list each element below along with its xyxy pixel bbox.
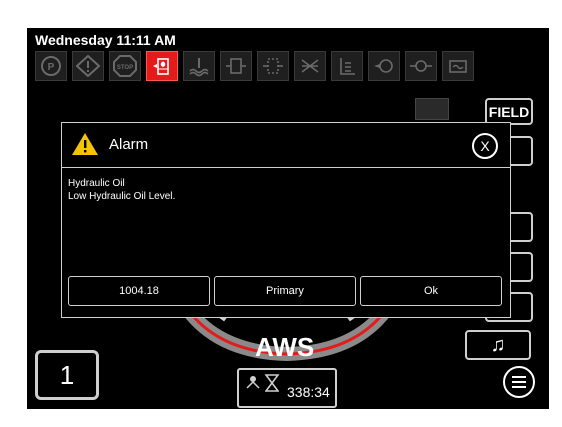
warning-icon — [72, 51, 104, 81]
stop-icon: STOP — [109, 51, 141, 81]
steering-mode-label: AWS — [255, 332, 315, 362]
fuel-filter-icon — [220, 51, 252, 81]
music-button[interactable]: ♫ — [465, 330, 531, 360]
alarm-code-button[interactable]: 1004.18 — [68, 276, 210, 306]
spray-icon — [245, 374, 261, 393]
alarm-dialog-header: Alarm X — [62, 123, 510, 168]
display-screen: Wednesday 11:11 AM P STOP FIELD AWS 338:… — [27, 28, 549, 409]
coolant-level-icon — [183, 51, 215, 81]
alarm-dialog-title: Alarm — [109, 136, 149, 153]
svg-text:P: P — [48, 62, 55, 73]
alarm-dialog: Alarm X Hydraulic Oil Low Hydraulic Oil … — [61, 122, 511, 318]
menu-button[interactable] — [503, 366, 535, 398]
menu-icon — [512, 376, 526, 388]
hydraulic-filter-icon — [257, 51, 289, 81]
datetime-label: Wednesday 11:11 AM — [35, 32, 176, 48]
parking-brake-icon: P — [35, 51, 67, 81]
stop-icon-label: STOP — [117, 65, 133, 71]
alarm-message-detail: Low Hydraulic Oil Level. — [68, 191, 176, 202]
warning-triangle-icon — [71, 132, 99, 156]
alarm-message-title: Hydraulic Oil — [68, 178, 125, 189]
air-filter-icon — [294, 51, 326, 81]
timer-value: 338:34 — [287, 384, 330, 400]
implement-icon[interactable] — [415, 98, 449, 120]
hydraulic-oil-icon — [146, 51, 178, 81]
hourglass-icon — [264, 374, 280, 395]
field-button[interactable]: FIELD — [485, 98, 533, 125]
gear-number-box[interactable]: 1 — [35, 350, 99, 400]
close-button[interactable]: X — [472, 133, 498, 159]
oil-pressure-icon — [368, 51, 400, 81]
transmission-oil-icon — [331, 51, 363, 81]
alarm-message: Hydraulic Oil Low Hydraulic Oil Level. — [68, 177, 175, 203]
ok-button[interactable]: Ok — [360, 276, 502, 306]
timer-display: 338:34 — [237, 368, 337, 408]
battery-icon — [442, 51, 474, 81]
engine-icon — [405, 51, 437, 81]
primary-button[interactable]: Primary — [214, 276, 356, 306]
music-note-icon: ♫ — [490, 333, 506, 356]
